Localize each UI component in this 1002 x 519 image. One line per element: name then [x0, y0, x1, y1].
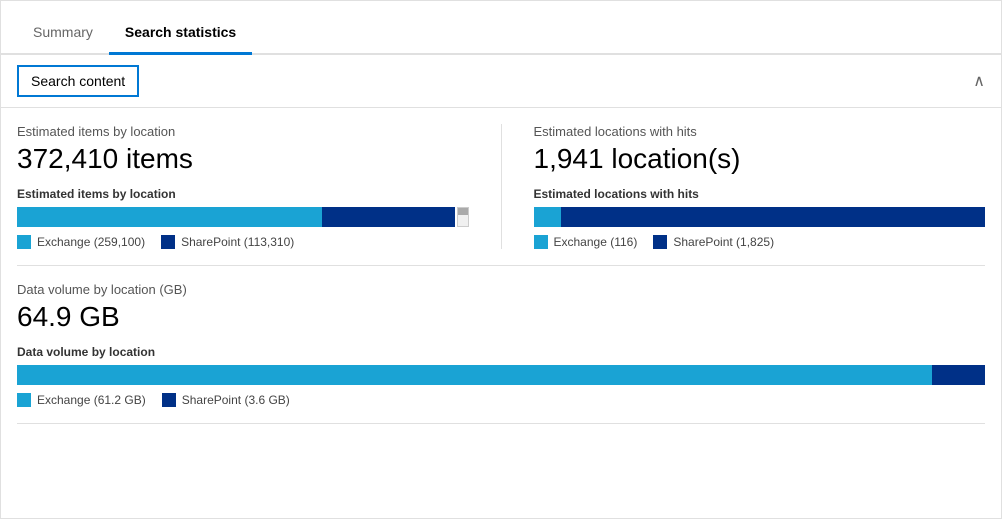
data-volume-bar [17, 365, 985, 385]
scrollbar-thumb[interactable] [458, 208, 468, 215]
estimated-items-bar [17, 207, 455, 227]
stats-two-col: Estimated items by location 372,410 item… [17, 124, 985, 249]
estimated-locations-bar-container [534, 207, 986, 227]
data-volume-bar-container [17, 365, 985, 385]
data-volume-sharepoint-bar [932, 365, 985, 385]
data-volume-legend: Exchange (61.2 GB) SharePoint (3.6 GB) [17, 393, 985, 407]
estimated-locations-sharepoint-bar [561, 207, 985, 227]
legend-item-loc-exchange: Exchange (116) [534, 235, 638, 249]
legend-label-vol-sharepoint: SharePoint (3.6 GB) [182, 393, 290, 407]
estimated-locations-chart-label: Estimated locations with hits [534, 187, 986, 201]
data-volume-value: 64.9 GB [17, 301, 985, 333]
tab-summary[interactable]: Summary [17, 12, 109, 55]
legend-label-loc-exchange: Exchange (116) [554, 235, 638, 249]
search-content-button[interactable]: Search content [17, 65, 139, 97]
legend-label-vol-exchange: Exchange (61.2 GB) [37, 393, 146, 407]
section-divider [17, 265, 985, 266]
estimated-items-legend: Exchange (259,100) SharePoint (113,310) [17, 235, 469, 249]
estimated-locations-legend: Exchange (116) SharePoint (1,825) [534, 235, 986, 249]
tab-bar: Summary Search statistics [1, 1, 1001, 55]
legend-item-vol-sharepoint: SharePoint (3.6 GB) [162, 393, 290, 407]
app-container: Summary Search statistics Search content… [0, 0, 1002, 519]
legend-color-vol-exchange [17, 393, 31, 407]
legend-label-loc-sharepoint: SharePoint (1,825) [673, 235, 774, 249]
section-header: Search content ∧ [1, 55, 1001, 108]
data-volume-exchange-bar [17, 365, 932, 385]
legend-item-vol-exchange: Exchange (61.2 GB) [17, 393, 146, 407]
scrollbar-track[interactable] [457, 207, 469, 227]
estimated-items-exchange-bar [17, 207, 322, 227]
estimated-locations-bar [534, 207, 986, 227]
estimated-items-value: 372,410 items [17, 143, 469, 175]
main-content: Estimated items by location 372,410 item… [1, 108, 1001, 266]
legend-color-exchange [17, 235, 31, 249]
legend-label-sharepoint: SharePoint (113,310) [181, 235, 294, 249]
legend-item-sharepoint: SharePoint (113,310) [161, 235, 294, 249]
data-volume-chart-label: Data volume by location [17, 345, 985, 359]
bottom-divider [17, 423, 985, 424]
estimated-items-sharepoint-bar [322, 207, 455, 227]
legend-item-exchange: Exchange (259,100) [17, 235, 145, 249]
estimated-items-section: Estimated items by location 372,410 item… [17, 124, 502, 249]
estimated-items-label: Estimated items by location [17, 124, 469, 139]
estimated-items-chart-label: Estimated items by location [17, 187, 469, 201]
estimated-locations-label: Estimated locations with hits [534, 124, 986, 139]
estimated-locations-section: Estimated locations with hits 1,941 loca… [534, 124, 986, 249]
legend-color-sharepoint [161, 235, 175, 249]
legend-label-exchange: Exchange (259,100) [37, 235, 145, 249]
estimated-items-bar-container [17, 207, 469, 227]
data-volume-section: Data volume by location (GB) 64.9 GB Dat… [1, 282, 1001, 456]
legend-color-loc-exchange [534, 235, 548, 249]
estimated-locations-exchange-bar [534, 207, 561, 227]
legend-color-vol-sharepoint [162, 393, 176, 407]
legend-color-loc-sharepoint [653, 235, 667, 249]
data-volume-label: Data volume by location (GB) [17, 282, 985, 297]
estimated-locations-value: 1,941 location(s) [534, 143, 986, 175]
legend-item-loc-sharepoint: SharePoint (1,825) [653, 235, 774, 249]
tab-search-statistics[interactable]: Search statistics [109, 12, 252, 55]
collapse-icon[interactable]: ∧ [973, 71, 985, 91]
